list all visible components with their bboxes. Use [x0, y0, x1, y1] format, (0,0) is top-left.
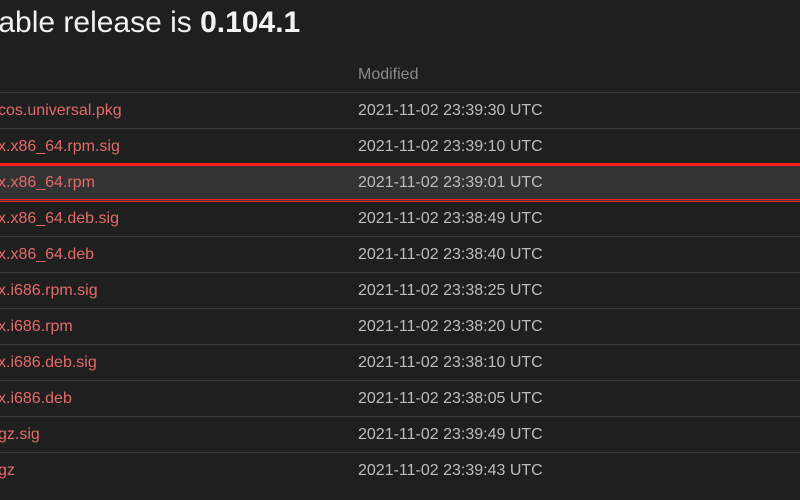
- table-row: x.i686.deb.sig 2021-11-02 23:38:10 UTC: [0, 344, 800, 380]
- file-modified-cell: 2021-11-02 23:38:40 UTC: [350, 246, 790, 264]
- file-link[interactable]: x.i686.rpm.sig: [0, 282, 98, 299]
- file-modified-cell: 2021-11-02 23:39:01 UTC: [350, 174, 790, 192]
- file-modified-cell: 2021-11-02 23:38:25 UTC: [350, 282, 790, 300]
- file-modified-time: 2021-11-02 23:39:30 UTC: [358, 102, 543, 119]
- file-modified-cell: 2021-11-02 23:39:10 UTC: [350, 138, 790, 156]
- table-row: x.x86_64.rpm.sig 2021-11-02 23:39:10 UTC: [0, 128, 800, 164]
- file-link[interactable]: x.x86_64.deb.sig: [0, 210, 119, 227]
- file-link[interactable]: x.x86_64.rpm: [0, 174, 95, 191]
- file-name-cell: gz.sig: [0, 426, 350, 444]
- release-version: 0.104.1: [200, 6, 300, 39]
- file-modified-cell: 2021-11-02 23:38:49 UTC: [350, 210, 790, 228]
- file-modified-time: 2021-11-02 23:38:10 UTC: [358, 354, 543, 371]
- table-row: x.i686.deb 2021-11-02 23:38:05 UTC: [0, 380, 800, 416]
- file-link[interactable]: gz.sig: [0, 426, 40, 443]
- file-link[interactable]: x.i686.deb.sig: [0, 354, 97, 371]
- table-row: x.x86_64.rpm 2021-11-02 23:39:01 UTC: [0, 164, 800, 200]
- file-modified-cell: 2021-11-02 23:39:49 UTC: [350, 426, 790, 444]
- file-name-cell: x.i686.deb: [0, 390, 350, 408]
- table-row: x.x86_64.deb.sig 2021-11-02 23:38:49 UTC: [0, 200, 800, 236]
- file-name-cell: x.i686.rpm: [0, 318, 350, 336]
- file-modified-time: 2021-11-02 23:39:43 UTC: [358, 462, 543, 479]
- file-name-cell: x.i686.rpm.sig: [0, 282, 350, 300]
- file-link[interactable]: x.x86_64.rpm.sig: [0, 138, 120, 155]
- file-link[interactable]: gz: [0, 462, 15, 479]
- file-modified-cell: 2021-11-02 23:39:43 UTC: [350, 462, 790, 480]
- file-modified-time: 2021-11-02 23:38:25 UTC: [358, 282, 543, 299]
- table-row: x.x86_64.deb 2021-11-02 23:38:40 UTC: [0, 236, 800, 272]
- file-modified-cell: 2021-11-02 23:38:20 UTC: [350, 318, 790, 336]
- file-name-cell: x.i686.deb.sig: [0, 354, 350, 372]
- file-modified-time: 2021-11-02 23:39:10 UTC: [358, 138, 543, 155]
- file-modified-cell: 2021-11-02 23:38:10 UTC: [350, 354, 790, 372]
- file-link[interactable]: cos.universal.pkg: [0, 102, 122, 119]
- file-modified-cell: 2021-11-02 23:39:30 UTC: [350, 102, 790, 120]
- file-link[interactable]: x.x86_64.deb: [0, 246, 94, 263]
- table-body: cos.universal.pkg 2021-11-02 23:39:30 UTC…: [0, 92, 800, 488]
- title-prefix: table release is: [0, 6, 200, 39]
- file-name-cell: x.x86_64.rpm.sig: [0, 138, 350, 156]
- file-name-cell: x.x86_64.deb: [0, 246, 350, 264]
- file-table: Modified cos.universal.pkg 2021-11-02 23:…: [0, 58, 800, 488]
- table-row: x.i686.rpm.sig 2021-11-02 23:38:25 UTC: [0, 272, 800, 308]
- file-link[interactable]: x.i686.deb: [0, 390, 72, 407]
- file-name-cell: x.x86_64.rpm: [0, 174, 350, 192]
- column-header-modified: Modified: [350, 66, 790, 84]
- page-title: table release is 0.104.1: [0, 6, 300, 40]
- table-row: gz 2021-11-02 23:39:43 UTC: [0, 452, 800, 488]
- file-name-cell: gz: [0, 462, 350, 480]
- file-listing-page: table release is 0.104.1 Modified cos.un…: [0, 0, 800, 500]
- table-row: gz.sig 2021-11-02 23:39:49 UTC: [0, 416, 800, 452]
- file-modified-time: 2021-11-02 23:38:49 UTC: [358, 210, 543, 227]
- table-row: x.i686.rpm 2021-11-02 23:38:20 UTC: [0, 308, 800, 344]
- table-row: cos.universal.pkg 2021-11-02 23:39:30 UTC: [0, 92, 800, 128]
- file-modified-time: 2021-11-02 23:38:40 UTC: [358, 246, 543, 263]
- file-modified-time: 2021-11-02 23:38:05 UTC: [358, 390, 543, 407]
- file-modified-time: 2021-11-02 23:39:01 UTC: [358, 174, 543, 191]
- file-modified-cell: 2021-11-02 23:38:05 UTC: [350, 390, 790, 408]
- file-link[interactable]: x.i686.rpm: [0, 318, 73, 335]
- file-modified-time: 2021-11-02 23:39:49 UTC: [358, 426, 543, 443]
- file-name-cell: x.x86_64.deb.sig: [0, 210, 350, 228]
- file-name-cell: cos.universal.pkg: [0, 102, 350, 120]
- table-header-row: Modified: [0, 58, 800, 92]
- file-modified-time: 2021-11-02 23:38:20 UTC: [358, 318, 543, 335]
